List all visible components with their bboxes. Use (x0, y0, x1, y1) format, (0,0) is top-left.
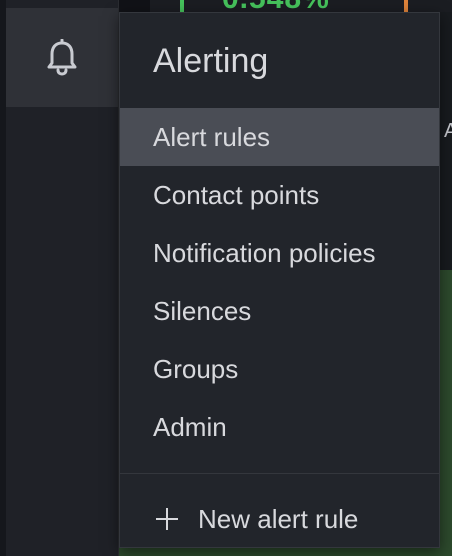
menu-item-silences[interactable]: Silences (120, 282, 439, 340)
background-stat-value: 0.548% (222, 0, 372, 14)
menu-item-notification-policies[interactable]: Notification policies (120, 224, 439, 282)
alerting-dropdown-menu: Alerting Alert rules Contact points Noti… (119, 12, 440, 548)
bell-icon (47, 38, 77, 76)
menu-item-label: Groups (153, 353, 239, 384)
dashboard-graph-fill (440, 270, 452, 556)
nav-item-alerting[interactable] (6, 8, 118, 107)
threshold-marker-green (180, 0, 184, 12)
menu-item-label: Notification policies (153, 237, 376, 268)
dashboard-panel-letter: A (444, 120, 452, 142)
menu-item-label: Admin (153, 411, 227, 442)
menu-item-label: Contact points (153, 179, 320, 210)
new-alert-rule-button[interactable]: New alert rule (156, 501, 358, 537)
menu-divider (120, 473, 439, 474)
menu-item-label: Alert rules (153, 121, 271, 152)
menu-item-contact-points[interactable]: Contact points (120, 166, 439, 224)
plus-icon (156, 508, 178, 530)
menu-title: Alerting (153, 42, 269, 80)
menu-item-label: Silences (153, 295, 252, 326)
menu-item-groups[interactable]: Groups (120, 340, 439, 398)
side-nav (0, 0, 119, 556)
new-alert-rule-label: New alert rule (198, 503, 359, 534)
menu-item-alert-rules[interactable]: Alert rules (120, 108, 439, 166)
menu-list: Alert rules Contact points Notification … (120, 108, 439, 456)
menu-item-admin[interactable]: Admin (120, 398, 439, 456)
